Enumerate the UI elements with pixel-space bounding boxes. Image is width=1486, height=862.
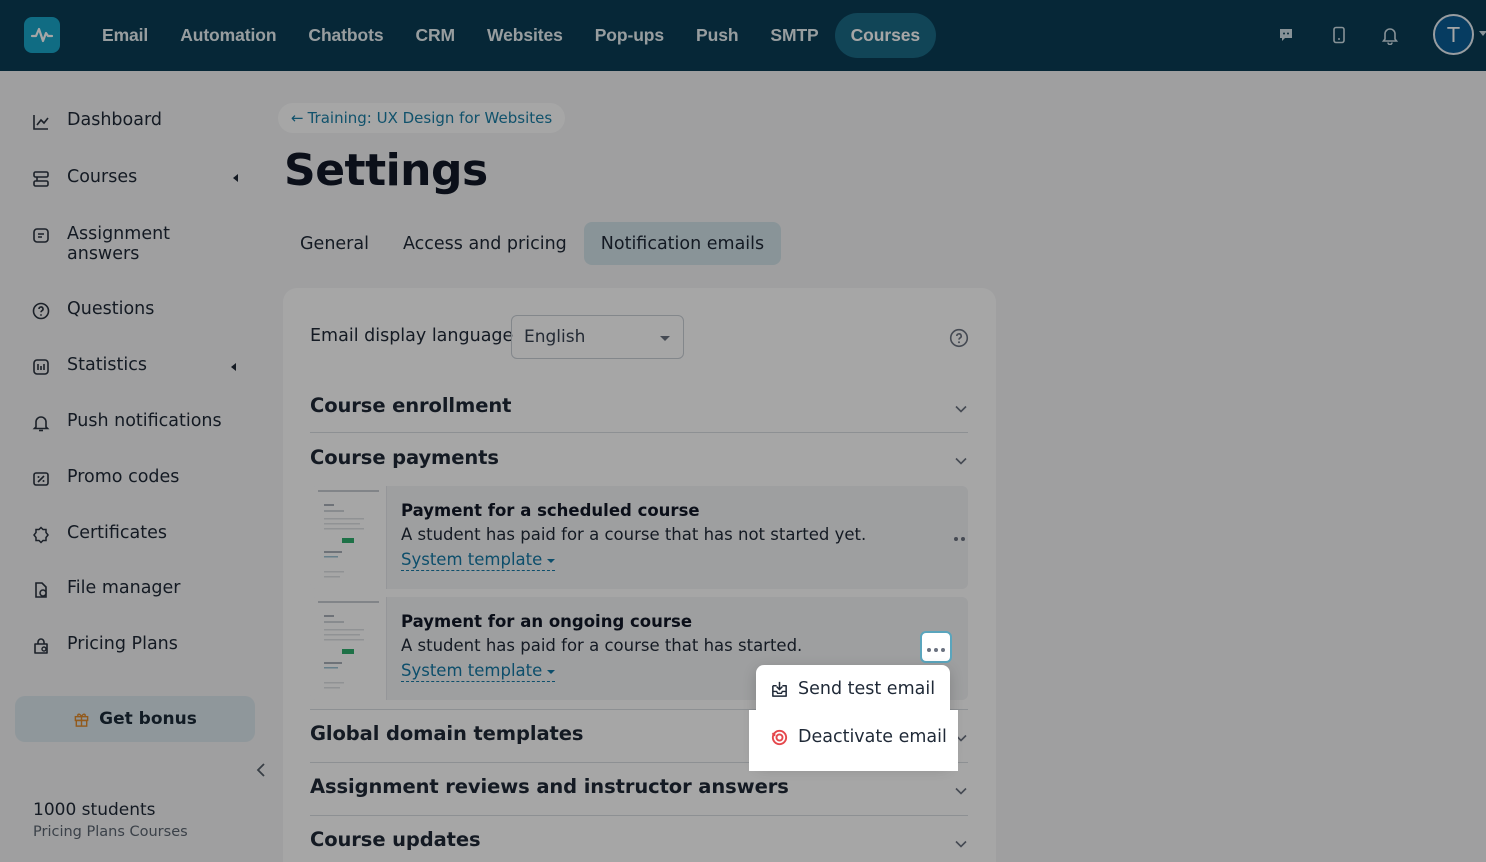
send-test-icon bbox=[769, 679, 789, 699]
menu-item-label: Deactivate email bbox=[798, 727, 947, 747]
deactivate-icon bbox=[769, 727, 789, 747]
menu-item-label: Send test email bbox=[798, 679, 936, 699]
more-icon bbox=[926, 638, 946, 657]
more-options-button-active[interactable] bbox=[920, 631, 952, 663]
modal-overlay bbox=[0, 0, 1486, 862]
deactivate-email-item[interactable]: Deactivate email bbox=[756, 714, 950, 760]
send-test-email-item[interactable]: Send test email bbox=[756, 666, 950, 712]
